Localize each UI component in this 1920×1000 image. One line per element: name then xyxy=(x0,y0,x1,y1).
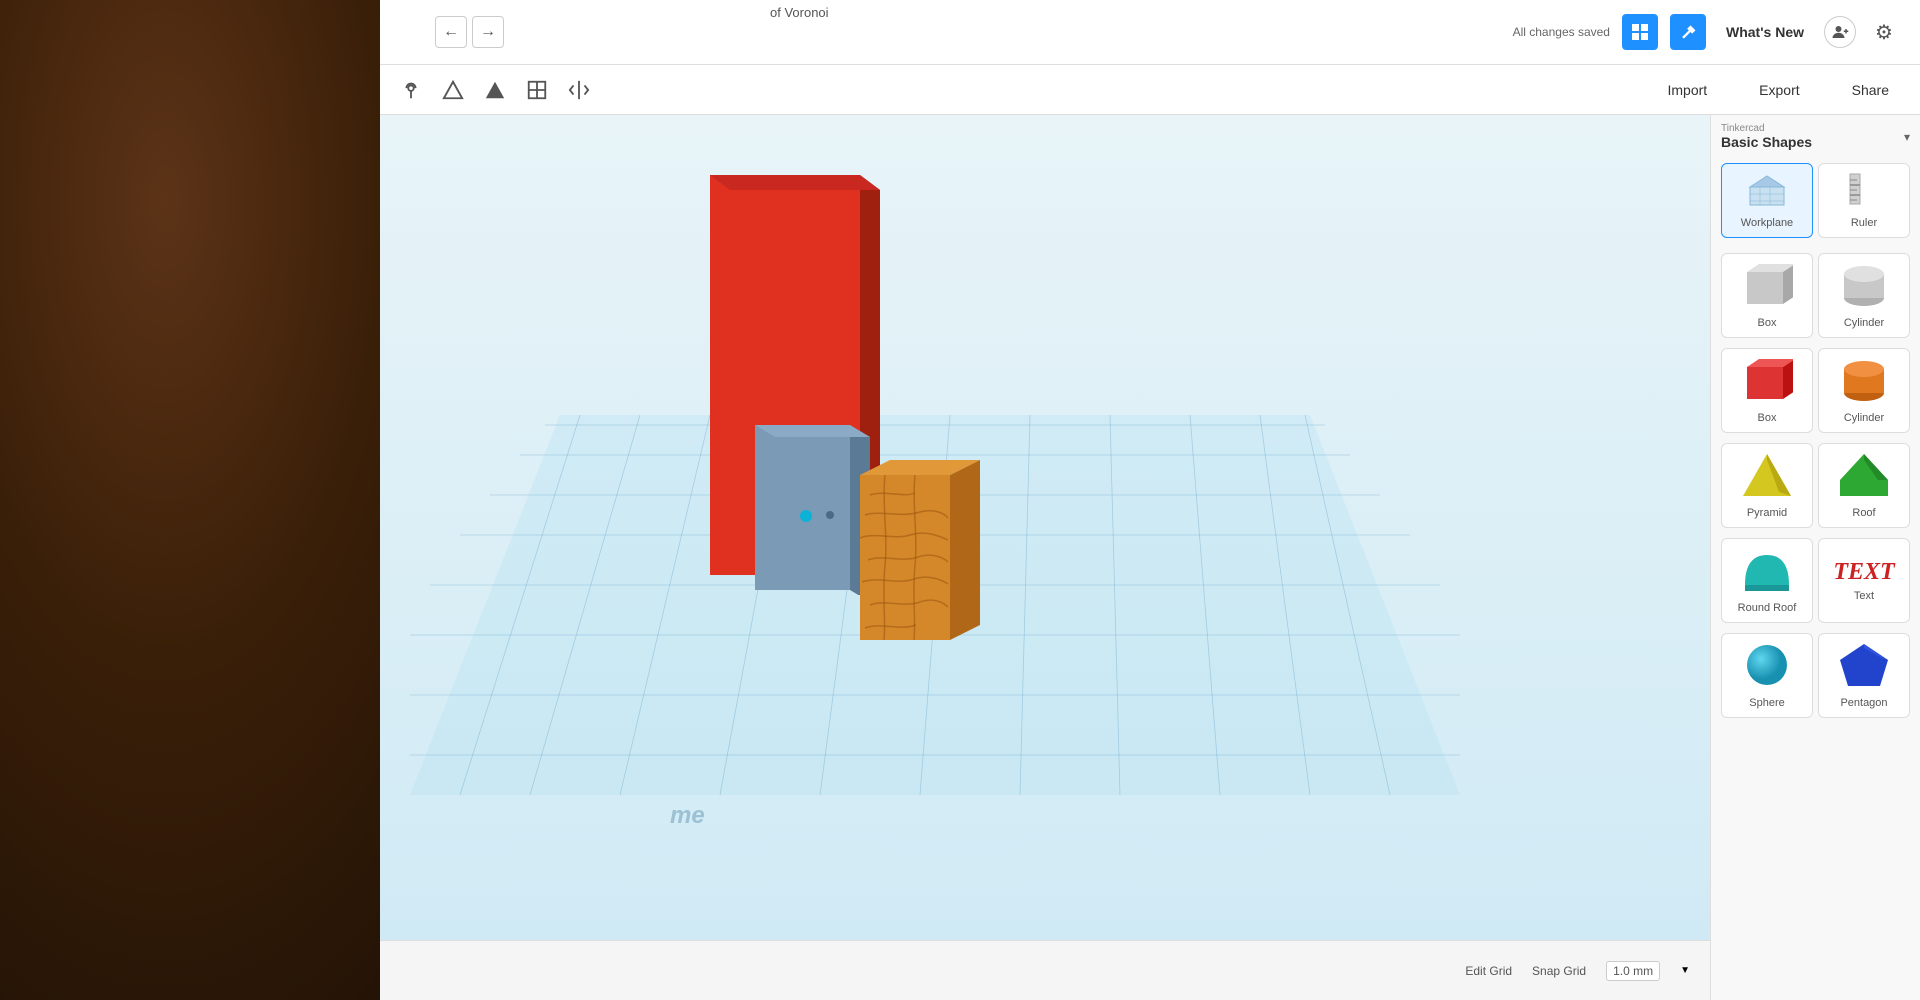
shape-label-pyramid: Pyramid xyxy=(1747,507,1787,519)
shape-icon-roof xyxy=(1838,452,1890,503)
import-button[interactable]: Import xyxy=(1651,76,1723,104)
flip-button[interactable] xyxy=(563,74,595,106)
toolbar-right: All changes saved What's New xyxy=(1145,14,1910,50)
cursor-dot xyxy=(800,510,812,522)
snap-grid-value[interactable]: 1.0 mm xyxy=(1606,961,1660,981)
saved-status: All changes saved xyxy=(1513,25,1610,39)
grid-view-button[interactable] xyxy=(1622,14,1658,50)
panel-tools-row: Workplane Ruler xyxy=(1711,158,1920,248)
shape-label-roof: Roof xyxy=(1852,507,1875,519)
snap-grid-label: Snap Grid xyxy=(1532,964,1586,978)
shapes-grid-row5: Sphere Pentagon xyxy=(1711,628,1920,723)
shape-text[interactable]: TEXT Text xyxy=(1818,538,1910,623)
main-toolbar: of Voronoi ← → All changes saved What's … xyxy=(380,0,1920,65)
shape-cylinder-gray[interactable]: Cylinder xyxy=(1818,253,1910,338)
export-button[interactable]: Export xyxy=(1743,76,1815,104)
shapes-grid-row3: Pyramid Roof xyxy=(1711,438,1920,533)
panel-category: Basic Shapes xyxy=(1721,134,1812,150)
breadcrumb: of Voronoi xyxy=(770,5,829,20)
shapes-grid-row1: Box Cylinder xyxy=(1711,248,1920,343)
shape-label-text: Text xyxy=(1854,590,1874,602)
shape-icon-cylinder-gray xyxy=(1838,262,1890,313)
shape-pentagon[interactable]: Pentagon xyxy=(1818,633,1910,718)
status-bar: Edit Grid Snap Grid 1.0 mm ▼ xyxy=(380,940,1710,1000)
hammer-button[interactable] xyxy=(1670,14,1706,50)
panel-header: Tinkercad Basic Shapes ▾ xyxy=(1711,115,1920,158)
tinkercad-app: ☆ ⋮ of Voronoi ← → All changes saved xyxy=(380,0,1920,1000)
workplane-label: Workplane xyxy=(1741,217,1793,229)
shape-icon-round-roof xyxy=(1741,547,1793,598)
shape-icon-text: TEXT xyxy=(1833,559,1894,586)
shape-icon-box-red xyxy=(1741,357,1793,408)
shape-label-cylinder-gray: Cylinder xyxy=(1844,317,1884,329)
shape-icon-cylinder-orange xyxy=(1838,357,1890,408)
3d-viewport[interactable]: me xyxy=(380,115,1710,940)
edit-grid-label[interactable]: Edit Grid xyxy=(1465,964,1512,978)
pin-tool-button[interactable] xyxy=(395,74,427,106)
ruler-icon xyxy=(1845,172,1883,213)
shape-roof[interactable]: Roof xyxy=(1818,443,1910,528)
shape-label-box-red: Box xyxy=(1758,412,1777,424)
shape-icon-box-gray xyxy=(1741,262,1793,313)
shape-label-round-roof: Round Roof xyxy=(1738,602,1797,614)
panel-dropdown-arrow[interactable]: ▾ xyxy=(1904,130,1910,144)
workplane-icon xyxy=(1748,172,1786,213)
triangle-outline-button[interactable] xyxy=(437,74,469,106)
panel-provider: Tinkercad xyxy=(1721,123,1812,134)
shape-round-roof[interactable]: Round Roof xyxy=(1721,538,1813,623)
triangle-solid-button[interactable] xyxy=(479,74,511,106)
shape-label-pentagon: Pentagon xyxy=(1840,697,1887,709)
shape-icon-pentagon xyxy=(1838,642,1890,693)
back-button[interactable]: ← xyxy=(435,16,467,48)
shape-box-red[interactable]: Box xyxy=(1721,348,1813,433)
toolbar2-right: Import Export Share xyxy=(1651,76,1905,104)
shape-label-box-gray: Box xyxy=(1758,317,1777,329)
shapes-grid-row2: Box Cylinder xyxy=(1711,343,1920,438)
share-button[interactable]: Share xyxy=(1836,76,1905,104)
ruler-tool[interactable]: Ruler xyxy=(1818,163,1910,238)
orange-stone-object[interactable] xyxy=(860,460,980,645)
grid-label: me xyxy=(670,802,705,830)
shapes-grid-row4: Round Roof TEXT Text xyxy=(1711,533,1920,628)
shape-cylinder-orange[interactable]: Cylinder xyxy=(1818,348,1910,433)
panel-collapse-button[interactable]: › xyxy=(1710,538,1711,578)
align-button[interactable] xyxy=(521,74,553,106)
toolbar-left: of Voronoi ← → xyxy=(390,16,1145,48)
whats-new-button[interactable]: What's New xyxy=(1718,20,1812,44)
shapes-panel: › Tinkercad Basic Shapes ▾ xyxy=(1710,115,1920,1000)
ruler-label: Ruler xyxy=(1851,217,1877,229)
shape-pyramid[interactable]: Pyramid xyxy=(1721,443,1813,528)
shape-label-cylinder-orange: Cylinder xyxy=(1844,412,1884,424)
workplane-tool[interactable]: Workplane xyxy=(1721,163,1813,238)
secondary-toolbar: Import Export Share xyxy=(380,65,1920,115)
blue-door-object[interactable] xyxy=(755,425,870,595)
shape-icon-sphere xyxy=(1741,642,1793,693)
snap-down-arrow[interactable]: ▼ xyxy=(1680,965,1690,976)
add-user-button[interactable] xyxy=(1824,16,1856,48)
forward-button[interactable]: → xyxy=(472,16,504,48)
shape-icon-pyramid xyxy=(1741,452,1793,503)
settings-button[interactable]: ⚙ xyxy=(1868,16,1900,48)
shape-sphere[interactable]: Sphere xyxy=(1721,633,1813,718)
shape-box-gray[interactable]: Box xyxy=(1721,253,1813,338)
shape-label-sphere: Sphere xyxy=(1749,697,1784,709)
